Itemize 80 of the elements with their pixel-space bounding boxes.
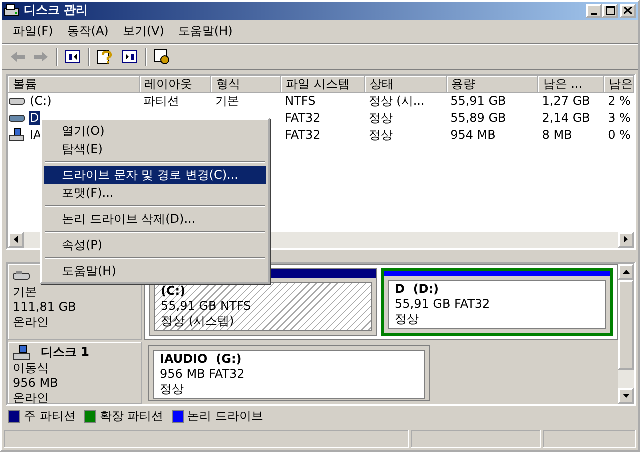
partition-detail: 956 MB FAT32 [160,366,246,382]
table-cell: 2 % [608,94,631,108]
disk-size: 111,81 GB [13,300,78,315]
help-icon[interactable] [97,48,115,65]
menu-item[interactable]: 속성(P) [44,236,266,254]
table-cell: 2,14 GB [542,111,590,126]
menu-item[interactable]: 파일(F) [8,22,58,41]
table-cell: 8 MB [542,128,572,142]
menu-item[interactable]: 보기(V) [118,22,170,41]
column-header[interactable]: 상태 [364,76,447,93]
minimize-button[interactable] [586,4,602,18]
legend-label: 논리 드라이브 [188,408,264,424]
table-cell[interactable]: D [29,111,40,126]
column-header[interactable]: 남은 [604,76,634,93]
partition-name: (C:) [161,284,187,299]
window-title: 디스크 관리 [24,2,90,20]
drive-icon [9,113,25,124]
column-header[interactable]: 형식 [211,76,282,93]
menu-item[interactable]: 탐색(E) [44,140,266,158]
vertical-scrollbar[interactable] [618,264,634,404]
column-header[interactable]: 파일 시스템 [281,76,365,93]
menu-item[interactable]: 드라이브 문자 및 경로 변경(C)... [44,166,266,184]
partition-detail: 55,91 GB NTFS [161,298,252,314]
removable-drive-icon [13,344,31,361]
disk-type: 이동식 [13,360,50,376]
partition-name: IAUDIO (G:) [160,352,243,367]
panel-icon[interactable] [65,50,81,64]
maximize-icon [606,6,614,15]
legend-label: 확장 파티션 [100,408,164,424]
partition-block[interactable]: D (D:) 55,91 GB FAT32 정상 [381,268,613,336]
disk-type: 기본 [13,284,38,300]
column-header[interactable]: 레이아웃 [140,76,212,93]
menu-item[interactable]: 논리 드라이브 삭제(D)... [44,210,266,228]
disk-size: 956 MB [13,376,60,391]
partition-status: 정상 [160,382,185,397]
table-cell: 55,91 GB [450,94,506,108]
column-header[interactable]: 볼륨 [8,76,140,93]
disk-name: 디스크 1 [41,345,90,360]
down-arrow-icon[interactable] [622,394,630,398]
disk-status: 온라인 [13,314,50,330]
table-cell: FAT32 [285,128,321,142]
table-cell: 3 % [608,111,631,126]
table-cell: 1,27 GB [542,94,590,108]
menu-item[interactable]: 도움말(H) [173,22,238,41]
table-cell: 정상 [368,126,393,144]
left-arrow-icon[interactable] [14,236,18,244]
minimize-icon [591,12,597,15]
table-cell: 정상 [368,110,393,127]
table-cell[interactable]: (C:) [29,94,53,108]
partition-detail: 55,91 GB FAT32 [395,296,492,312]
disk-status: 온라인 [13,390,50,404]
disk-info-panel[interactable]: 디스크 1 이동식 956 MB 온라인 [8,342,142,404]
legend-label: 주 파티션 [24,408,76,424]
table-cell: 0 % [608,128,631,142]
up-arrow-icon[interactable] [622,270,630,274]
table-cell: 정상 (시... [368,92,425,110]
right-arrow-icon[interactable] [624,236,628,244]
table-cell: NTFS [285,94,316,108]
maximize-button[interactable] [602,4,618,18]
drive-icon [13,270,31,282]
close-button[interactable] [620,4,636,18]
table-cell: 기본 [215,92,240,110]
disk-drive-icon [4,4,20,18]
menu-item[interactable]: 포맷(F)... [44,184,266,202]
menu-item[interactable]: 열기(O) [44,122,266,140]
table-cell: 954 MB [450,128,496,142]
table-cell: 55,89 GB [450,111,506,126]
table-cell: FAT32 [285,111,321,126]
close-icon [624,6,632,14]
partition-status: 정상 [395,312,420,327]
menu-item[interactable]: 동작(A) [62,22,114,41]
partition-block[interactable]: IAUDIO (G:) 956 MB FAT32 정상 [148,344,430,401]
partition-name: D (D:) [395,282,440,297]
column-header[interactable]: 용량 [446,76,538,93]
removable-drive-icon [9,128,25,142]
column-header[interactable]: 남은 ... [538,76,604,93]
partition-status: 정상 (시스템) [161,314,236,329]
drive-icon [9,96,25,106]
table-cell: 파티션 [144,92,180,110]
panel-icon[interactable] [122,50,138,64]
